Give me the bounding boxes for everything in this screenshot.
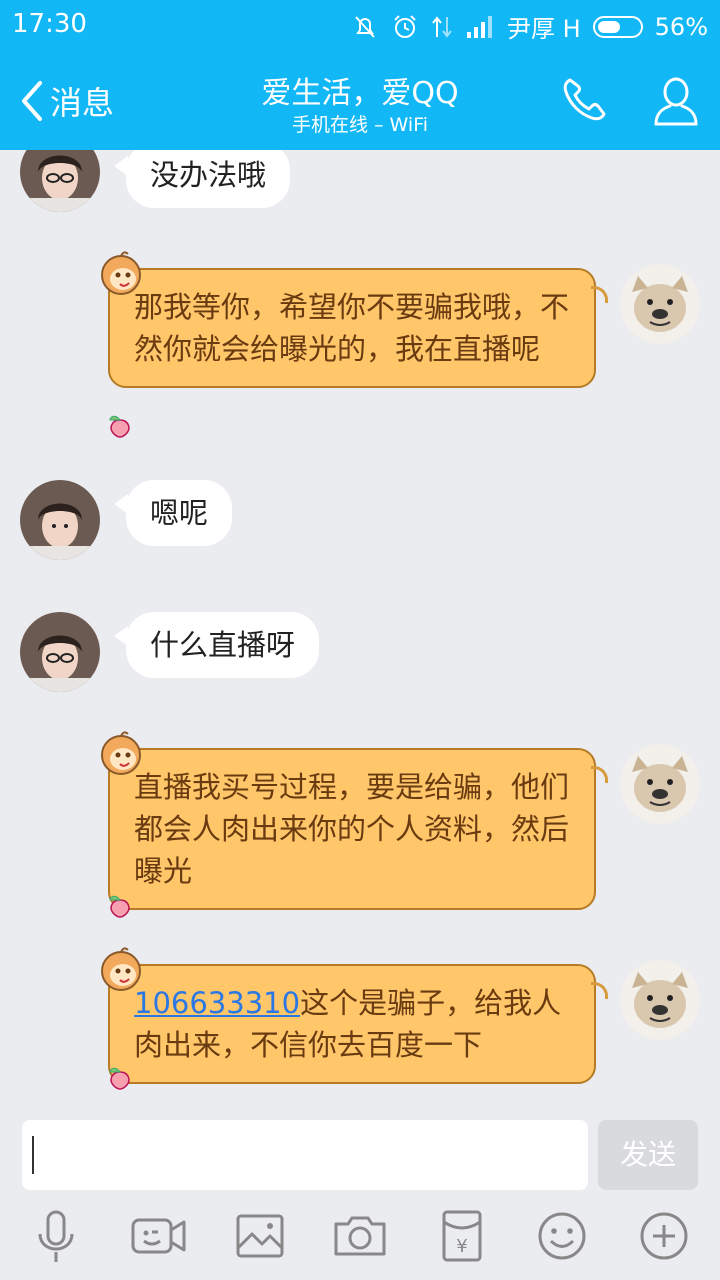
plus-icon[interactable] bbox=[634, 1206, 694, 1266]
battery-fill bbox=[597, 20, 620, 33]
my-avatar[interactable] bbox=[620, 744, 700, 824]
video-icon[interactable] bbox=[128, 1206, 188, 1266]
friend-avatar-image bbox=[20, 612, 100, 692]
message-text: 那我等你，希望你不要骗我哦，不然你就会给曝光的，我在直播呢 bbox=[134, 290, 570, 366]
peach-decoration-icon bbox=[109, 895, 130, 918]
camera-icon[interactable] bbox=[330, 1206, 390, 1266]
message-bubble[interactable]: 那我等你，希望你不要骗我哦，不然你就会给曝光的，我在直播呢 bbox=[108, 268, 608, 388]
friend-avatar-image bbox=[20, 480, 100, 560]
message-bubble[interactable]: 直播我买号过程，要是给骗，他们都会人肉出来你的个人资料，然后曝光 bbox=[108, 748, 608, 910]
my-avatar-image bbox=[620, 744, 700, 824]
input-bar: 发送 bbox=[0, 1110, 720, 1200]
friend-avatar-image bbox=[20, 150, 100, 212]
chat-title: 爱生活，爱QQ bbox=[261, 76, 459, 111]
chat-status: 手机在线 – WiFi bbox=[291, 114, 429, 136]
svg-text:¥: ¥ bbox=[456, 1236, 467, 1257]
my-avatar-image bbox=[620, 960, 700, 1040]
monkey-decoration-icon bbox=[101, 731, 141, 775]
phone-icon[interactable] bbox=[556, 72, 612, 128]
friend-avatar[interactable] bbox=[20, 150, 100, 212]
message-text: 没办法哦 bbox=[150, 158, 267, 192]
alarm-icon bbox=[394, 14, 416, 38]
message-link[interactable]: 106633310 bbox=[134, 986, 300, 1020]
peach-decoration-icon bbox=[109, 415, 130, 438]
chat-header: 消息 爱生活，爱QQ 手机在线 – WiFi bbox=[0, 50, 720, 150]
mic-icon[interactable] bbox=[26, 1206, 86, 1266]
image-icon[interactable] bbox=[230, 1206, 290, 1266]
peach-decoration-icon bbox=[109, 1067, 130, 1090]
send-button[interactable]: 发送 bbox=[598, 1120, 698, 1190]
battery-percent: 56% bbox=[654, 12, 708, 41]
message-input[interactable] bbox=[22, 1120, 588, 1190]
friend-avatar[interactable] bbox=[20, 480, 100, 560]
message-bubble[interactable]: 106633310这个是骗子，给我人肉出来，不信你去百度一下 bbox=[108, 964, 608, 1084]
carrier-label: 尹厚 H bbox=[506, 15, 581, 43]
message-bubble[interactable]: 什么直播呀 bbox=[113, 612, 320, 678]
my-avatar-image bbox=[620, 264, 700, 344]
chat-area[interactable]: 没办法哦 那我等你，希望你不要骗我哦，不然你就会给曝光的，我在直播呢 嗯呢 什么… bbox=[0, 150, 720, 1110]
message-bubble[interactable]: 没办法哦 bbox=[113, 150, 291, 208]
monkey-decoration-icon bbox=[101, 251, 141, 295]
data-transfer-icon bbox=[432, 15, 452, 38]
emoji-icon[interactable] bbox=[532, 1206, 592, 1266]
bottom-toolbar: ¥ bbox=[0, 1200, 720, 1280]
text-caret bbox=[32, 1136, 34, 1174]
status-bar: 17:30 尹厚 H 56% bbox=[0, 0, 720, 50]
monkey-decoration-icon bbox=[101, 947, 141, 991]
message-text: 直播我买号过程，要是给骗，他们都会人肉出来你的个人资料，然后曝光 bbox=[134, 770, 570, 888]
message-bubble[interactable]: 嗯呢 bbox=[113, 480, 233, 546]
friend-avatar[interactable] bbox=[20, 612, 100, 692]
status-icons: 尹厚 H 56% bbox=[351, 9, 708, 44]
signal-icon bbox=[466, 15, 492, 38]
battery-icon bbox=[592, 15, 643, 38]
mute-notification-icon bbox=[355, 15, 375, 38]
my-avatar[interactable] bbox=[620, 264, 700, 344]
message-text: 嗯呢 bbox=[150, 496, 209, 530]
profile-icon[interactable] bbox=[648, 72, 704, 128]
my-avatar[interactable] bbox=[620, 960, 700, 1040]
top-bar: 17:30 尹厚 H 56% 消息 爱生活，爱QQ 手机在线 – WiFi bbox=[0, 0, 720, 150]
message-text: 什么直播呀 bbox=[150, 628, 296, 662]
red-packet-icon[interactable]: ¥ bbox=[432, 1206, 492, 1266]
status-time: 17:30 bbox=[12, 9, 87, 39]
